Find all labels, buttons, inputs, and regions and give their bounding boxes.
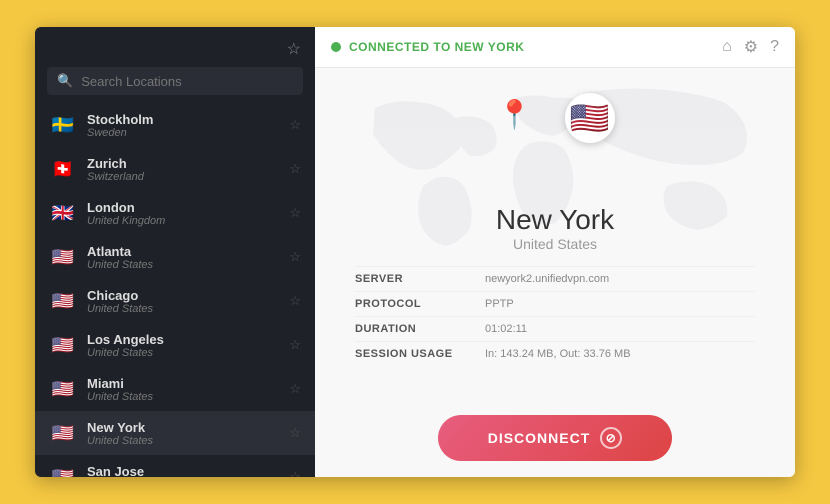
location-name-chicago: Chicago bbox=[87, 288, 279, 303]
search-icon: 🔍 bbox=[57, 73, 73, 89]
main-header: CONNECTED TO NEW YORK ⌂ ⚙ ? bbox=[315, 27, 795, 68]
location-name-new-york: New York bbox=[87, 420, 279, 435]
help-icon[interactable]: ? bbox=[770, 38, 779, 56]
location-info-atlanta: Atlanta United States bbox=[87, 244, 279, 271]
location-info-zurich: Zurich Switzerland bbox=[87, 156, 279, 183]
location-item-los-angeles[interactable]: 🇺🇸 Los Angeles United States ☆ bbox=[35, 323, 315, 367]
info-value-0: newyork2.unifiedvpn.com bbox=[485, 273, 609, 285]
disconnect-icon: ⊘ bbox=[600, 427, 622, 449]
location-item-stockholm[interactable]: 🇸🇪 Stockholm Sweden ☆ bbox=[35, 103, 315, 147]
main-panel: CONNECTED TO NEW YORK ⌂ ⚙ ? bbox=[315, 27, 795, 477]
info-label-3: SESSION USAGE bbox=[355, 348, 485, 360]
country-flag-badge: 🇺🇸 bbox=[565, 93, 615, 143]
location-country-new-york: United States bbox=[87, 435, 279, 447]
location-country-stockholm: Sweden bbox=[87, 127, 279, 139]
location-country-chicago: United States bbox=[87, 303, 279, 315]
location-star-atlanta[interactable]: ☆ bbox=[289, 249, 301, 265]
info-row-2: DURATION 01:02:11 bbox=[355, 316, 755, 341]
location-country-zurich: Switzerland bbox=[87, 171, 279, 183]
location-info-london: London United Kingdom bbox=[87, 200, 279, 227]
flag-miami: 🇺🇸 bbox=[49, 375, 77, 403]
app-window: ☆ 🔍 🇸🇪 Stockholm Sweden ☆ 🇨🇭 Zurich Swit… bbox=[35, 27, 795, 477]
location-name-atlanta: Atlanta bbox=[87, 244, 279, 259]
flag-stockholm: 🇸🇪 bbox=[49, 111, 77, 139]
flag-new-york: 🇺🇸 bbox=[49, 419, 77, 447]
connection-status: CONNECTED TO NEW YORK bbox=[331, 40, 524, 54]
flag-zurich: 🇨🇭 bbox=[49, 155, 77, 183]
sidebar: ☆ 🔍 🇸🇪 Stockholm Sweden ☆ 🇨🇭 Zurich Swit… bbox=[35, 27, 315, 477]
flag-atlanta: 🇺🇸 bbox=[49, 243, 77, 271]
location-name-san-jose: San Jose bbox=[87, 464, 279, 478]
location-star-stockholm[interactable]: ☆ bbox=[289, 117, 301, 133]
location-info-miami: Miami United States bbox=[87, 376, 279, 403]
info-value-3: In: 143.24 MB, Out: 33.76 MB bbox=[485, 348, 631, 360]
location-item-zurich[interactable]: 🇨🇭 Zurich Switzerland ☆ bbox=[35, 147, 315, 191]
map-overlay: 📍 🇺🇸 New York United States SERVER newyo… bbox=[315, 78, 795, 366]
location-info-san-jose: San Jose United States bbox=[87, 464, 279, 478]
info-label-1: PROTOCOL bbox=[355, 298, 485, 310]
location-info-chicago: Chicago United States bbox=[87, 288, 279, 315]
info-label-2: DURATION bbox=[355, 323, 485, 335]
info-label-0: SERVER bbox=[355, 273, 485, 285]
home-icon[interactable]: ⌂ bbox=[722, 38, 732, 56]
location-country-los-angeles: United States bbox=[87, 347, 279, 359]
flag-san-jose: 🇺🇸 bbox=[49, 463, 77, 477]
location-name-london: London bbox=[87, 200, 279, 215]
location-star-miami[interactable]: ☆ bbox=[289, 381, 301, 397]
map-pin-icon: 📍 bbox=[497, 98, 532, 131]
search-bar[interactable]: 🔍 bbox=[47, 67, 303, 95]
city-name: New York bbox=[496, 204, 614, 236]
flag-emoji: 🇺🇸 bbox=[570, 99, 610, 137]
location-star-chicago[interactable]: ☆ bbox=[289, 293, 301, 309]
location-star-los-angeles[interactable]: ☆ bbox=[289, 337, 301, 353]
sidebar-header: ☆ bbox=[35, 27, 315, 67]
location-item-chicago[interactable]: 🇺🇸 Chicago United States ☆ bbox=[35, 279, 315, 323]
header-icons: ⌂ ⚙ ? bbox=[722, 37, 779, 57]
location-item-san-jose[interactable]: 🇺🇸 San Jose United States ☆ bbox=[35, 455, 315, 477]
status-dot bbox=[331, 42, 341, 52]
location-name-stockholm: Stockholm bbox=[87, 112, 279, 127]
location-info-los-angeles: Los Angeles United States bbox=[87, 332, 279, 359]
map-area: 📍 🇺🇸 New York United States SERVER newyo… bbox=[315, 68, 795, 401]
disconnect-area: DISCONNECT ⊘ bbox=[315, 401, 795, 477]
location-country-london: United Kingdom bbox=[87, 215, 279, 227]
search-input[interactable] bbox=[81, 74, 293, 89]
disconnect-label: DISCONNECT bbox=[488, 430, 591, 446]
country-name: United States bbox=[513, 236, 597, 252]
location-item-london[interactable]: 🇬🇧 London United Kingdom ☆ bbox=[35, 191, 315, 235]
favorite-star-icon[interactable]: ☆ bbox=[287, 39, 301, 59]
location-star-new-york[interactable]: ☆ bbox=[289, 425, 301, 441]
map-pins: 📍 🇺🇸 bbox=[315, 78, 795, 198]
info-value-2: 01:02:11 bbox=[485, 323, 527, 335]
info-row-3: SESSION USAGE In: 143.24 MB, Out: 33.76 … bbox=[355, 341, 755, 366]
location-item-new-york[interactable]: 🇺🇸 New York United States ☆ bbox=[35, 411, 315, 455]
location-star-london[interactable]: ☆ bbox=[289, 205, 301, 221]
status-text: CONNECTED TO NEW YORK bbox=[349, 40, 524, 54]
location-name-miami: Miami bbox=[87, 376, 279, 391]
settings-icon[interactable]: ⚙ bbox=[744, 37, 758, 57]
info-row-1: PROTOCOL PPTP bbox=[355, 291, 755, 316]
location-star-san-jose[interactable]: ☆ bbox=[289, 469, 301, 477]
location-name-los-angeles: Los Angeles bbox=[87, 332, 279, 347]
location-star-zurich[interactable]: ☆ bbox=[289, 161, 301, 177]
location-pin: 📍 bbox=[497, 98, 532, 131]
info-value-1: PPTP bbox=[485, 298, 514, 310]
disconnect-button[interactable]: DISCONNECT ⊘ bbox=[438, 415, 673, 461]
info-row-0: SERVER newyork2.unifiedvpn.com bbox=[355, 266, 755, 291]
location-info-stockholm: Stockholm Sweden bbox=[87, 112, 279, 139]
connection-info: SERVER newyork2.unifiedvpn.com PROTOCOL … bbox=[315, 266, 795, 366]
location-country-miami: United States bbox=[87, 391, 279, 403]
location-country-atlanta: United States bbox=[87, 259, 279, 271]
flag-chicago: 🇺🇸 bbox=[49, 287, 77, 315]
location-info-new-york: New York United States bbox=[87, 420, 279, 447]
location-name-zurich: Zurich bbox=[87, 156, 279, 171]
flag-london: 🇬🇧 bbox=[49, 199, 77, 227]
location-item-miami[interactable]: 🇺🇸 Miami United States ☆ bbox=[35, 367, 315, 411]
location-item-atlanta[interactable]: 🇺🇸 Atlanta United States ☆ bbox=[35, 235, 315, 279]
location-list: 🇸🇪 Stockholm Sweden ☆ 🇨🇭 Zurich Switzerl… bbox=[35, 103, 315, 477]
flag-los-angeles: 🇺🇸 bbox=[49, 331, 77, 359]
